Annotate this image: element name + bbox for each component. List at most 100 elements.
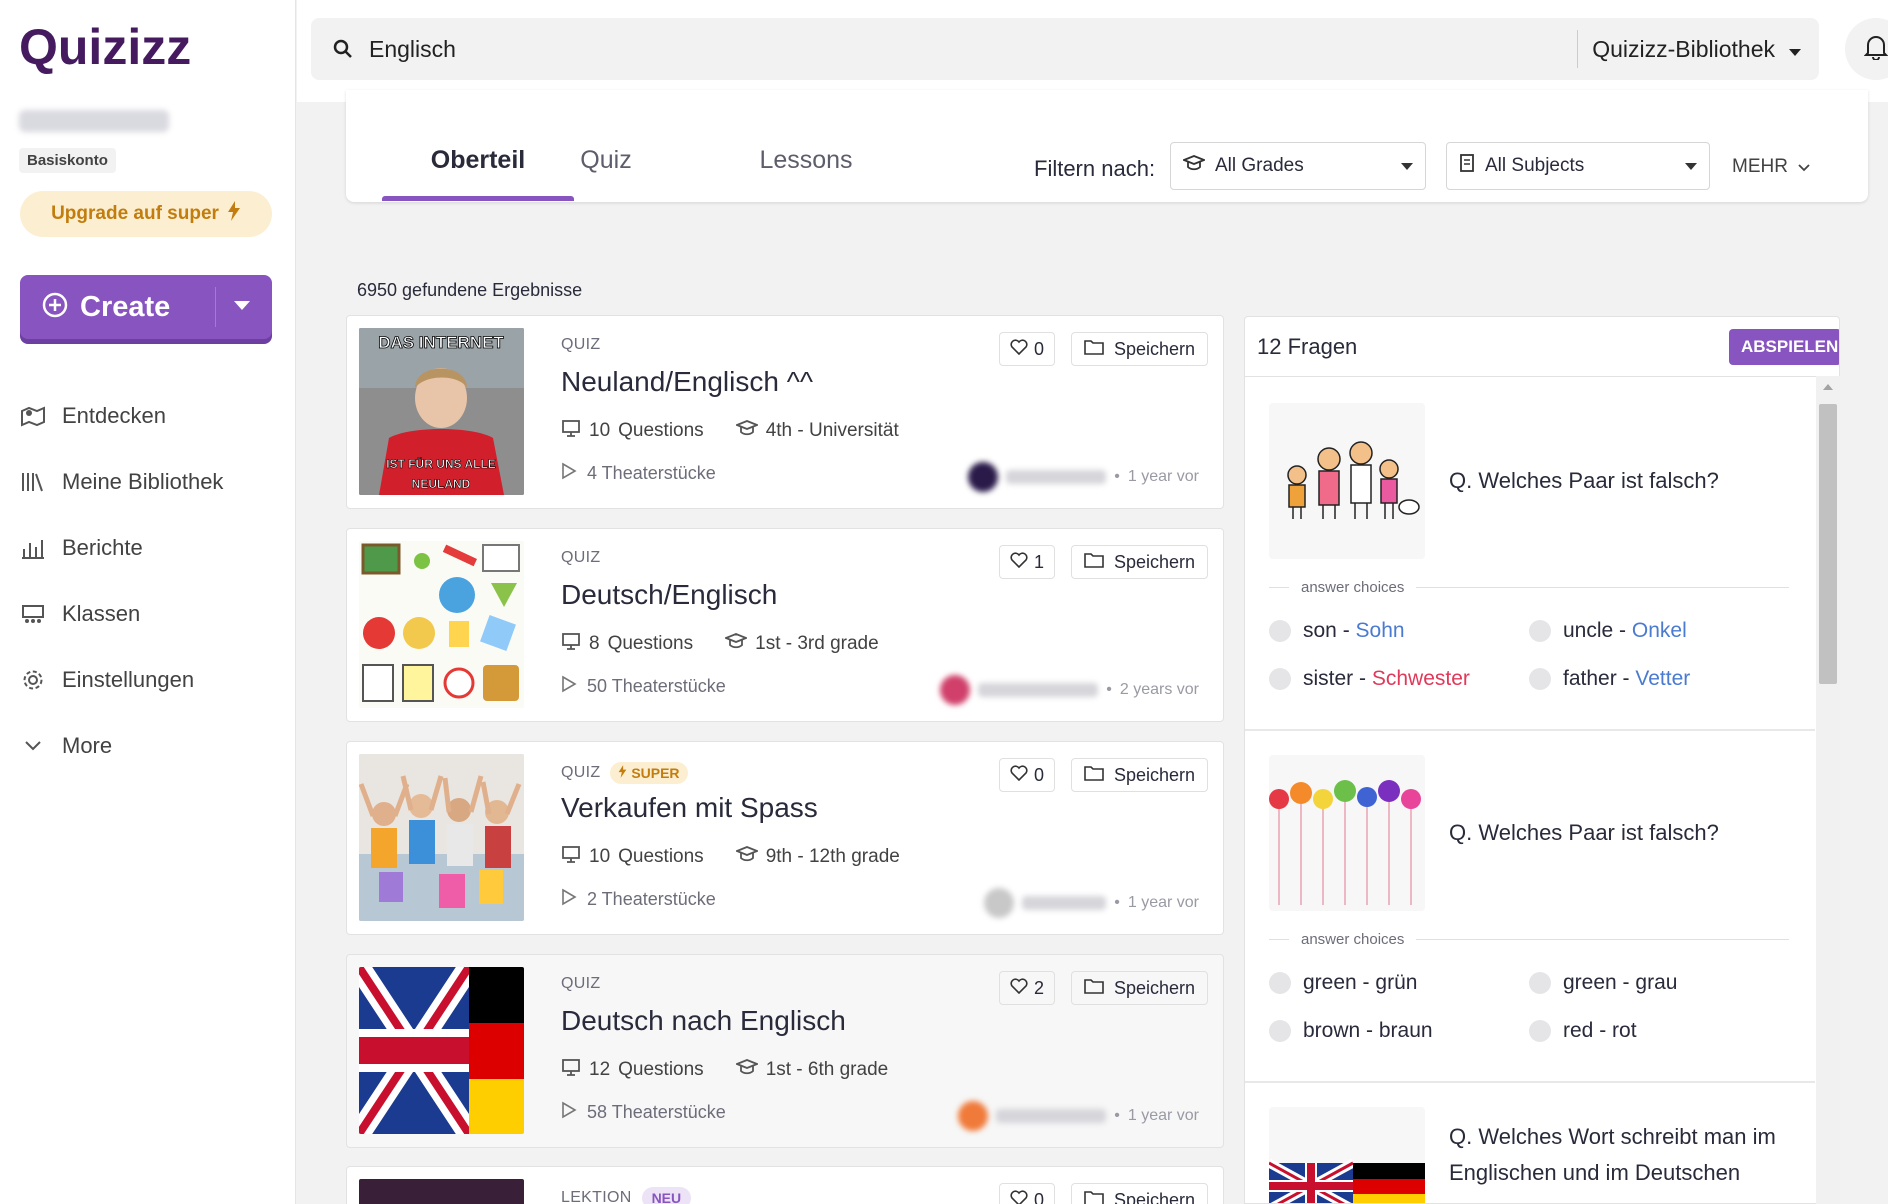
create-button[interactable]: Create [20,275,272,339]
graduation-cap-icon [723,633,749,655]
question-count-label: 12 Fragen [1257,333,1358,359]
create-divider [215,287,216,327]
radio-indicator [1529,620,1551,642]
result-card[interactable]: QUIZ Deutsch nach Englisch 12 Questions … [346,954,1224,1148]
grades-filter-dropdown[interactable]: All Grades [1170,142,1426,190]
quiz-meta: 10 Questions 4th - Universität [561,418,899,444]
grade-range: 9th - 12th grade [765,846,900,867]
search-input[interactable] [369,35,1549,63]
preview-scrollbar[interactable] [1816,376,1840,1204]
result-card[interactable]: QUIZ Deutsch/Englisch 8 Questions 1st - … [346,528,1224,722]
like-button[interactable]: 0 [999,1183,1056,1204]
caret-down-icon[interactable] [234,298,250,316]
answer-choice: sister - Schwester [1269,667,1470,691]
quizizz-logo[interactable]: Quizizz [19,18,203,76]
result-card[interactable]: LEKTION NEU 0 Speichern [346,1166,1224,1204]
create-label: Create [80,290,171,323]
more-filters-button[interactable]: MEHR [1732,156,1810,178]
like-button[interactable]: 0 [999,758,1056,792]
answer-choice: father - Vetter [1529,667,1690,691]
nav-explore[interactable]: Entdecken [20,394,276,438]
tab-quiz[interactable]: Quiz [546,146,666,175]
nav-classes[interactable]: Klassen [20,592,276,636]
dot-separator: • [1114,468,1120,485]
content-type: QUIZ [561,336,601,353]
save-button[interactable]: Speichern [1071,971,1209,1005]
choice-term: sister [1303,667,1354,690]
question-preview: Q. Welches Paar ist falsch? answer choic… [1245,731,1815,1083]
super-badge-label: SUPER [631,765,680,781]
like-button[interactable]: 0 [999,332,1056,366]
answer-choices-text: answer choices [1301,931,1405,948]
save-button[interactable]: Speichern [1071,545,1209,579]
folder-icon [1084,765,1104,786]
question-text: Q. Welches Paar ist falsch? [1449,468,1719,493]
more-filters-label: MEHR [1732,156,1788,177]
content-type: QUIZ [561,975,601,992]
like-count: 0 [1034,338,1045,359]
like-count: 0 [1034,764,1045,785]
choice-term: uncle [1563,619,1614,642]
result-card[interactable]: QUIZ SUPER Verkaufen mit Spass 10 Questi… [346,741,1224,935]
library-scope-select[interactable]: Quizizz-Bibliothek [1577,30,1819,68]
save-button[interactable]: Speichern [1071,332,1209,366]
quiz-title[interactable]: Neuland/Englisch ^^ [561,366,813,398]
scrollbar-thumb[interactable] [1819,404,1837,684]
play-button[interactable]: ABSPIELEN [1729,329,1839,365]
play-count: 4 Theaterstücke [561,462,716,485]
nav-reports[interactable]: Berichte [20,526,276,570]
answer-choices-label: answer choices [1269,931,1789,948]
play-count-text: 50 Theaterstücke [587,676,726,696]
question-label: Questions [618,1059,704,1080]
user-name[interactable] [19,110,169,132]
notifications-button[interactable] [1845,18,1888,80]
graduation-cap-icon [734,420,760,442]
tab-lessons[interactable]: Lessons [726,146,886,175]
radio-indicator [1269,668,1291,690]
radio-indicator [1529,972,1551,994]
grade-range: 1st - 6th grade [765,1059,889,1080]
folder-icon [1084,552,1104,573]
library-icon [20,471,46,493]
like-button[interactable]: 1 [999,545,1056,579]
graduation-cap-icon [734,846,760,868]
play-icon [561,675,577,698]
choice-translation: Vetter [1635,667,1691,690]
save-button[interactable]: Speichern [1071,1183,1209,1204]
play-icon [561,888,577,911]
sidebar: Quizizz Basiskonto Upgrade auf super Cre… [0,0,296,1204]
choice-translation: braun [1378,1019,1433,1042]
svg-text:DAS INTERNET: DAS INTERNET [378,333,504,352]
library-scope-label: Quizizz-Bibliothek [1592,35,1775,62]
question-image [1269,755,1425,911]
chevron-down-icon [1798,156,1810,178]
scroll-up-arrow[interactable] [1823,384,1833,390]
content-type: QUIZ [561,549,601,566]
play-icon [561,1101,577,1124]
save-label: Speichern [1114,338,1196,359]
upgrade-button[interactable]: Upgrade auf super [20,191,272,237]
save-button[interactable]: Speichern [1071,758,1209,792]
answer-choice: red - rot [1529,1019,1637,1043]
author-name [978,683,1099,697]
quiz-title[interactable]: Deutsch/Englisch [561,579,777,611]
type-row: QUIZ SUPER [561,762,688,784]
subjects-filter-dropdown[interactable]: All Subjects [1446,142,1710,190]
nav-library[interactable]: Meine Bibliothek [20,460,276,504]
radio-indicator [1269,972,1291,994]
presentation-icon [561,1057,581,1083]
choice-term: green [1303,971,1357,994]
nav-settings[interactable]: Einstellungen [20,658,276,702]
nav-more[interactable]: More [20,724,276,768]
chevron-down-icon [20,740,46,752]
reports-icon [20,537,46,559]
nav-label: Klassen [62,601,141,626]
dot-separator: • [1114,1107,1120,1124]
question-count: 12 [589,1059,611,1080]
quiz-title[interactable]: Verkaufen mit Spass [561,792,818,824]
created-age: 1 year vor [1127,1107,1199,1124]
choice-translation: grau [1635,971,1678,994]
like-button[interactable]: 2 [999,971,1056,1005]
quiz-title[interactable]: Deutsch nach Englisch [561,1005,846,1037]
result-card[interactable]: DAS INTERNET IST FÜR UNS ALLE NEULAND QU… [346,315,1224,509]
